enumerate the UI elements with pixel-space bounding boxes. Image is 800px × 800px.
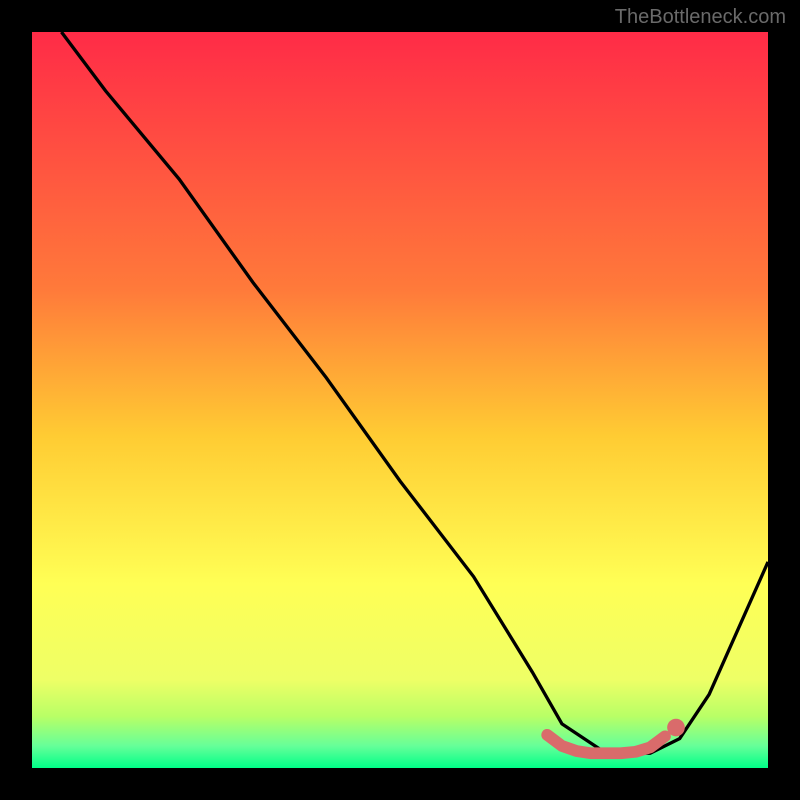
optimal-range-line: [547, 735, 665, 753]
chart-curve-layer: [32, 32, 768, 768]
watermark-text: TheBottleneck.com: [615, 6, 786, 29]
optimal-end-dot: [667, 719, 685, 737]
bottleneck-curve: [61, 32, 768, 753]
plot-area: [32, 32, 768, 768]
